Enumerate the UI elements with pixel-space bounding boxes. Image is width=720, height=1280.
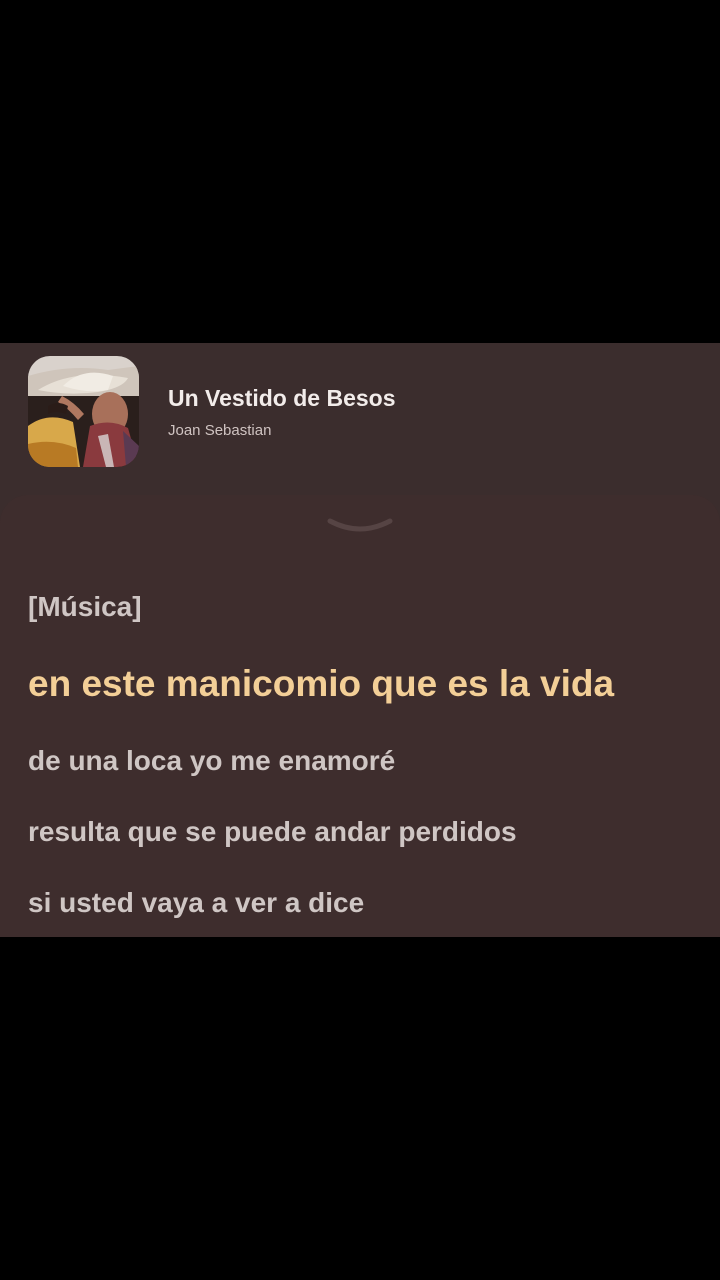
lyric-line[interactable]: de una loca yo me enamoré bbox=[28, 745, 395, 777]
song-title: Un Vestido de Besos bbox=[168, 385, 396, 411]
song-artist[interactable]: Joan Sebastian bbox=[168, 422, 271, 439]
lyrics-card: Un Vestido de Besos Joan Sebastian [Músi… bbox=[0, 343, 720, 937]
collapse-button[interactable] bbox=[326, 515, 394, 537]
lyric-line[interactable]: si usted vaya a ver a dice bbox=[28, 887, 364, 919]
lyrics-sheet: [Música] en este manicomio que es la vid… bbox=[0, 495, 720, 937]
screen: Un Vestido de Besos Joan Sebastian [Músi… bbox=[0, 0, 720, 1280]
lyric-line-active[interactable]: en este manicomio que es la vida bbox=[28, 663, 614, 705]
album-art[interactable] bbox=[28, 356, 139, 467]
chevron-down-icon bbox=[327, 518, 393, 532]
album-cover-image bbox=[28, 356, 139, 467]
now-playing-header[interactable]: Un Vestido de Besos Joan Sebastian bbox=[0, 343, 720, 493]
lyric-line[interactable]: [Música] bbox=[28, 591, 142, 623]
lyric-line[interactable]: resulta que se puede andar perdidos bbox=[28, 816, 517, 848]
